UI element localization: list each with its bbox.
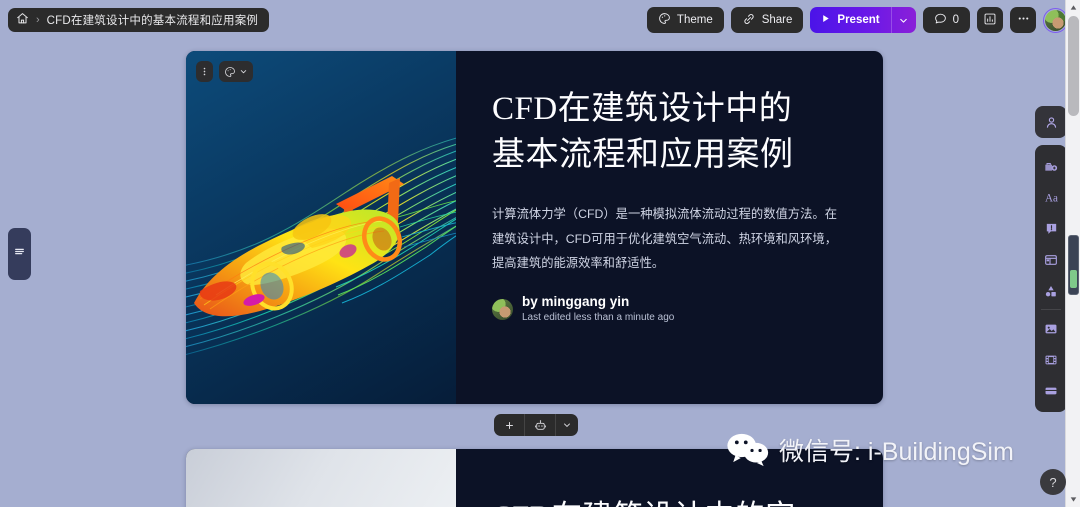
slide-2-content: CFD在建筑设计中的完 xyxy=(456,449,883,507)
slide-1-byline: by minggang yin Last edited less than a … xyxy=(492,294,843,325)
more-options-button[interactable] xyxy=(1010,7,1036,33)
rail-divider xyxy=(1041,309,1061,310)
slide-1[interactable]: CFD在建筑设计中的基本流程和应用案例 计算流体力学（CFD）是一种模拟流体流动… xyxy=(186,51,883,404)
slide-theme-button[interactable] xyxy=(219,61,253,82)
palette-icon xyxy=(658,12,671,28)
add-block-button[interactable] xyxy=(494,414,524,436)
vertical-dots-icon xyxy=(203,67,206,76)
top-toolbar: › CFD在建筑设计中的基本流程和应用案例 Theme Share Presen… xyxy=(0,0,1080,40)
video-icon xyxy=(1045,355,1057,364)
last-edited: Last edited less than a minute ago xyxy=(522,311,675,323)
robot-icon xyxy=(534,419,546,430)
comment-icon xyxy=(934,12,947,28)
slide-2-image xyxy=(186,449,456,507)
insert-toolbar xyxy=(494,414,578,436)
share-label: Share xyxy=(761,14,793,26)
rail-item-media-add[interactable] xyxy=(1035,151,1067,182)
chevron-down-icon xyxy=(564,423,570,427)
present-label: Present xyxy=(837,14,880,26)
breadcrumb[interactable]: › CFD在建筑设计中的基本流程和应用案例 xyxy=(8,8,270,32)
plus-icon xyxy=(505,421,513,429)
theme-button[interactable]: Theme xyxy=(646,7,724,33)
palette-icon xyxy=(225,66,235,77)
author-avatar xyxy=(492,299,513,321)
slide-1-title[interactable]: CFD在建筑设计中的基本流程和应用案例 xyxy=(492,87,822,178)
ellipsis-icon xyxy=(1016,11,1031,29)
chevron-down-icon xyxy=(900,18,907,23)
author-name: by minggang yin xyxy=(522,293,630,309)
play-icon xyxy=(820,13,831,27)
scrollbar-minimap[interactable] xyxy=(1068,235,1079,295)
toolbar-actions: Theme Share Present 0 xyxy=(646,7,1068,33)
insert-rail: Aa xyxy=(1035,145,1067,412)
person-icon xyxy=(1046,116,1056,128)
comments-button[interactable]: 0 xyxy=(922,7,970,33)
slide-menu-button[interactable] xyxy=(196,61,213,82)
image-icon xyxy=(1045,324,1057,333)
cfd-race-car-streamlines-icon xyxy=(186,137,456,356)
byline-text: by minggang yin Last edited less than a … xyxy=(522,294,674,325)
slide-1-body[interactable]: 计算流体力学（CFD）是一种模拟流体流动过程的数值方法。在建筑设计中，CFD可用… xyxy=(492,202,840,276)
layout-icon xyxy=(1045,254,1057,265)
rail-item-layout[interactable] xyxy=(1035,244,1067,275)
scrollbar-thumb[interactable] xyxy=(1068,16,1079,116)
analytics-button[interactable] xyxy=(977,7,1003,33)
help-button[interactable]: ? xyxy=(1040,469,1066,495)
media-add-icon xyxy=(1045,162,1058,171)
present-dropdown-button[interactable] xyxy=(892,7,916,33)
present-button[interactable]: Present xyxy=(810,7,890,33)
present-button-group[interactable]: Present xyxy=(810,7,916,33)
svg-text:Aa: Aa xyxy=(1045,192,1058,204)
slide-2-title[interactable]: CFD在建筑设计中的完 xyxy=(492,491,796,507)
breadcrumb-title[interactable]: CFD在建筑设计中的基本流程和应用案例 xyxy=(47,12,258,28)
text-aa-icon: Aa xyxy=(1045,192,1058,204)
rail-item-shapes[interactable] xyxy=(1035,275,1067,306)
callout-icon xyxy=(1046,223,1056,234)
shapes-icon xyxy=(1045,285,1056,296)
app-root: › CFD在建筑设计中的基本流程和应用案例 Theme Share Presen… xyxy=(0,0,1080,507)
slide-2[interactable]: CFD在建筑设计中的完 xyxy=(186,449,883,507)
rail-item-text[interactable]: Aa xyxy=(1035,182,1067,213)
slide-1-image xyxy=(186,51,456,404)
rail-item-image[interactable] xyxy=(1035,313,1067,344)
comments-count: 0 xyxy=(952,14,959,26)
slide-1-content: CFD在建筑设计中的基本流程和应用案例 计算流体力学（CFD）是一种模拟流体流动… xyxy=(456,51,883,404)
slide-1-controls xyxy=(196,61,253,82)
bar-chart-icon xyxy=(983,12,997,29)
share-button[interactable]: Share xyxy=(730,7,804,33)
home-icon[interactable] xyxy=(16,12,29,28)
vertical-scrollbar[interactable] xyxy=(1065,0,1080,507)
scroll-up-arrow[interactable] xyxy=(1066,0,1080,15)
slide-canvas: CFD在建筑设计中的基本流程和应用案例 计算流体力学（CFD）是一种模拟流体流动… xyxy=(0,40,1062,507)
insert-dropdown-button[interactable] xyxy=(556,414,578,436)
rail-item-callout[interactable] xyxy=(1035,213,1067,244)
ai-generate-button[interactable] xyxy=(525,414,555,436)
presenter-mode-button[interactable] xyxy=(1035,106,1067,138)
theme-label: Theme xyxy=(676,14,713,26)
rail-item-video[interactable] xyxy=(1035,344,1067,375)
rail-item-card[interactable] xyxy=(1035,375,1067,406)
scroll-down-arrow[interactable] xyxy=(1066,492,1080,507)
avatar-image xyxy=(1045,9,1066,31)
card-icon xyxy=(1045,387,1057,394)
breadcrumb-separator: › xyxy=(36,14,40,26)
chevron-down-icon xyxy=(240,70,247,74)
link-icon xyxy=(742,12,756,29)
